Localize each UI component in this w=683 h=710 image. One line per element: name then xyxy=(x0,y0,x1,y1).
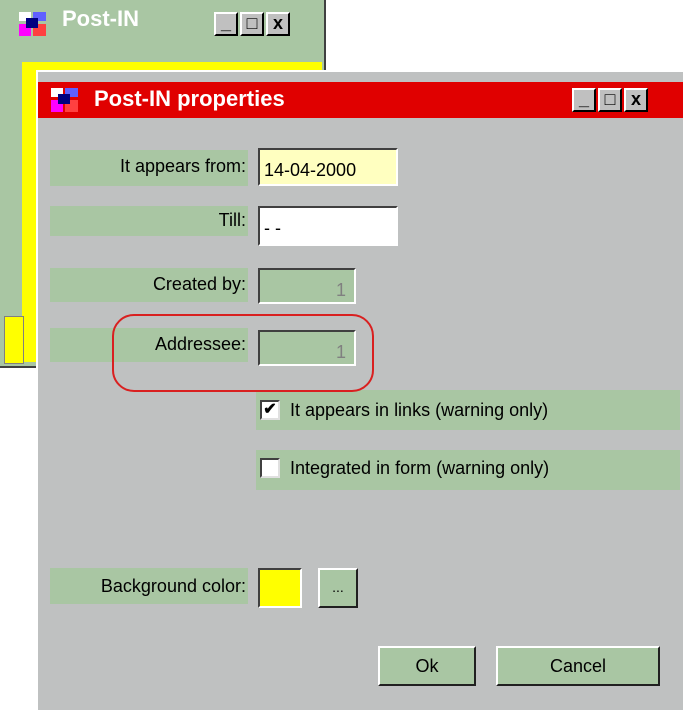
ok-button[interactable]: Ok xyxy=(378,646,476,686)
app-icon xyxy=(18,10,48,40)
appears-from-label: It appears from: xyxy=(119,156,246,176)
created-by-label: Created by: xyxy=(152,274,246,294)
maximize-button[interactable]: □ xyxy=(240,12,264,36)
ok-button-label: Ok xyxy=(415,656,439,676)
appears-in-links-label[interactable]: It appears in links (warning only) xyxy=(290,400,548,421)
minimize-button[interactable]: _ xyxy=(572,88,596,112)
cancel-button-label: Cancel xyxy=(549,656,607,676)
cancel-button[interactable]: Cancel xyxy=(496,646,660,686)
background-color-swatch[interactable] xyxy=(258,568,302,608)
app-icon xyxy=(50,86,80,116)
integrated-in-form-label[interactable]: Integrated in form (warning only) xyxy=(290,458,549,479)
close-button[interactable]: x xyxy=(624,88,648,112)
appears-in-links-checkbox[interactable]: ✔ xyxy=(260,400,280,420)
till-input[interactable]: - - xyxy=(258,206,398,246)
integrated-in-form-checkbox[interactable] xyxy=(260,458,280,478)
created-by-field: 1 xyxy=(258,268,356,304)
background-color-label: Background color: xyxy=(100,576,246,596)
till-label: Till: xyxy=(218,210,246,230)
close-button[interactable]: x xyxy=(266,12,290,36)
post-it-note-panel xyxy=(4,316,24,364)
post-in-window-title: Post-IN xyxy=(62,6,139,31)
minimize-button[interactable]: _ xyxy=(214,12,238,36)
maximize-button[interactable]: □ xyxy=(598,88,622,112)
browse-color-button[interactable]: ... xyxy=(318,568,358,608)
properties-dialog-title: Post-IN properties xyxy=(94,86,285,111)
appears-from-input[interactable]: 14-04-2000 xyxy=(258,148,398,186)
highlight-annotation xyxy=(112,314,374,392)
